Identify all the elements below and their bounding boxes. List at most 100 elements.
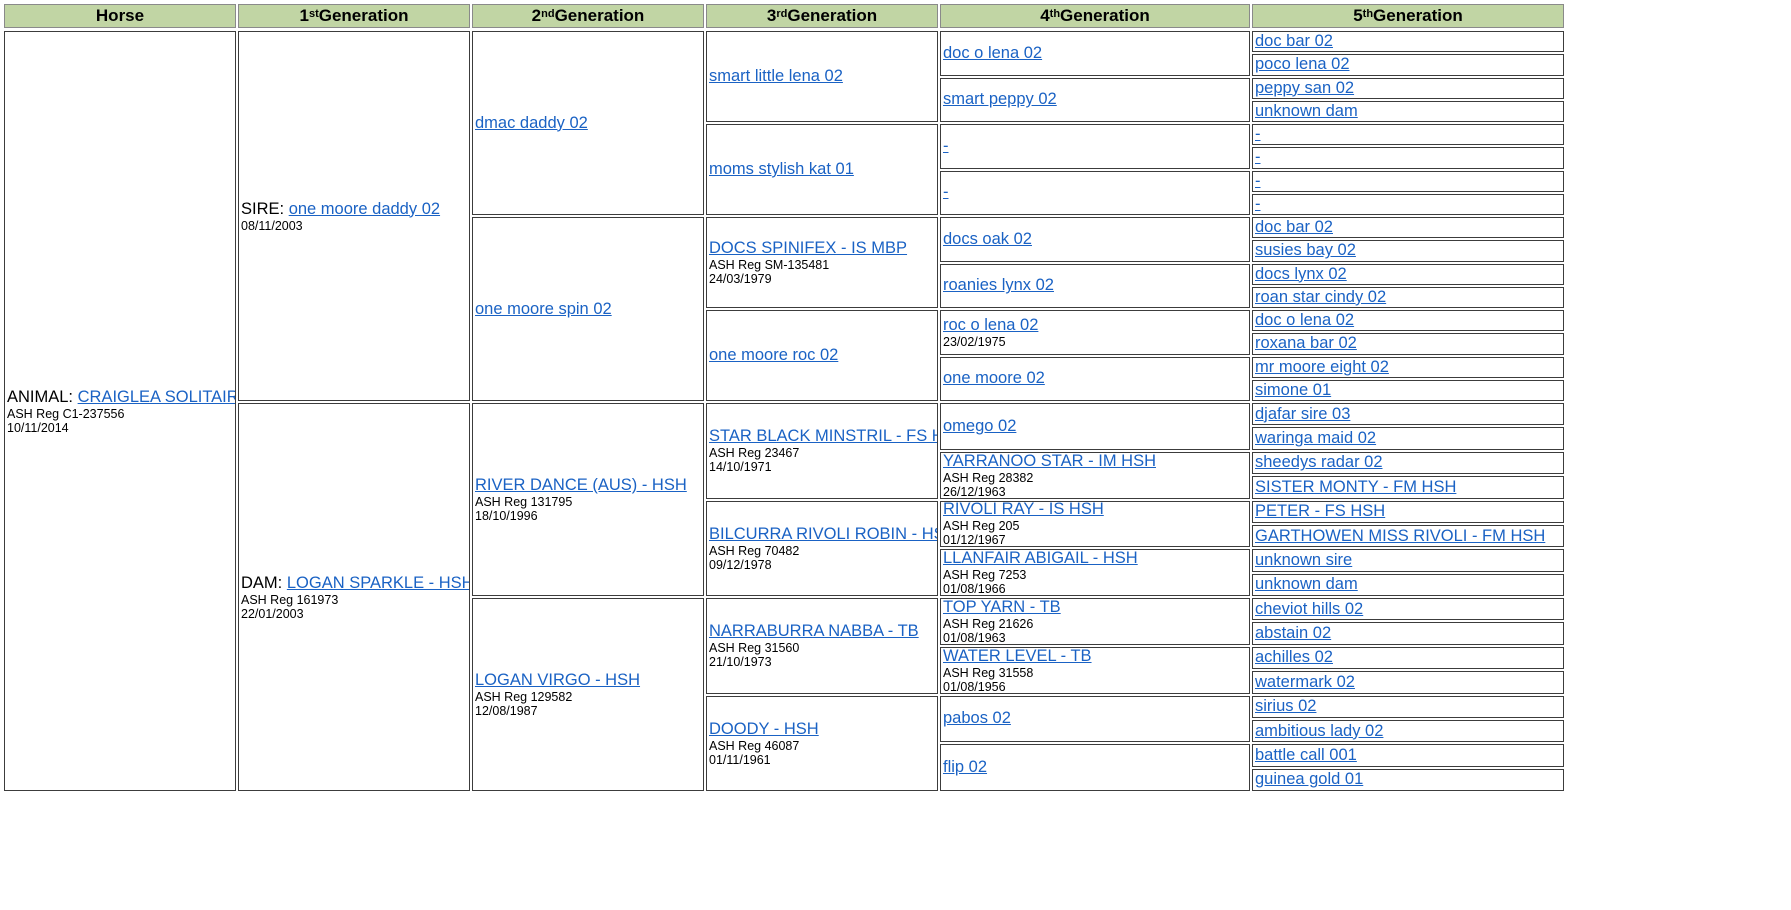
horse-link[interactable]: doc o lena 02 bbox=[1255, 311, 1354, 329]
horse-link[interactable]: roc o lena 02 bbox=[943, 316, 1038, 334]
horse-link[interactable]: doc bar 02 bbox=[1255, 32, 1333, 50]
horse-link[interactable]: djafar sire 03 bbox=[1255, 405, 1350, 423]
gen1-cell: DAM: LOGAN SPARKLE - HSH ASH Reg 161973 22… bbox=[238, 403, 470, 791]
horse-link[interactable]: peppy san 02 bbox=[1255, 79, 1354, 97]
horse-name-line: YARRANOO STAR - IM HSH bbox=[943, 453, 1247, 471]
horse-name-line: doc o lena 02 bbox=[943, 44, 1247, 63]
horse-link[interactable]: LOGAN VIRGO - HSH bbox=[475, 671, 640, 689]
horse-link[interactable]: CRAIGLEA SOLITAIRE bbox=[78, 388, 235, 406]
horse-link[interactable]: NARRABURRA NABBA - TB bbox=[709, 622, 919, 640]
horse-link[interactable]: one moore 02 bbox=[943, 369, 1045, 387]
birth-date: 18/10/1996 bbox=[475, 509, 538, 523]
registration-number: ASH Reg 46087 bbox=[709, 738, 800, 753]
gen3-cell: DOODY - HSH ASH Reg 46087 01/11/1961 bbox=[706, 695, 938, 791]
horse-name-line: docs oak 02 bbox=[943, 230, 1247, 249]
horse-link[interactable]: TOP YARN - TB bbox=[943, 599, 1061, 616]
horse-link[interactable]: WATER LEVEL - TB bbox=[943, 648, 1092, 665]
horse-link[interactable]: YARRANOO STAR - IM HSH bbox=[943, 453, 1156, 470]
horse-name-line: mr moore eight 02 bbox=[1255, 358, 1561, 377]
horse-link[interactable]: LLANFAIR ABIGAIL - HSH bbox=[943, 550, 1138, 567]
horse-link[interactable]: pabos 02 bbox=[943, 709, 1011, 727]
gen4-cell: flip 02 bbox=[940, 744, 1250, 791]
gen5-cell: djafar sire 03 bbox=[1252, 403, 1564, 426]
horse-link[interactable]: ambitious lady 02 bbox=[1255, 722, 1383, 740]
gen3-cell: one moore roc 02 bbox=[706, 310, 938, 401]
horse-link[interactable]: smart little lena 02 bbox=[709, 67, 843, 85]
gen4-cell: RIVOLI RAY - IS HSH ASH Reg 205 01/12/1967 bbox=[940, 500, 1250, 548]
horse-link[interactable]: roan star cindy 02 bbox=[1255, 288, 1386, 306]
horse-link[interactable]: - bbox=[1255, 172, 1261, 190]
horse-name-line: simone 01 bbox=[1255, 381, 1561, 400]
horse-link[interactable]: - bbox=[1255, 195, 1261, 213]
gen5-cell: sheedys radar 02 bbox=[1252, 451, 1564, 475]
horse-link[interactable]: cheviot hills 02 bbox=[1255, 600, 1363, 618]
horse-link[interactable]: moms stylish kat 01 bbox=[709, 160, 854, 178]
horse-link[interactable]: SISTER MONTY - FM HSH bbox=[1255, 478, 1456, 496]
horse-link[interactable]: mr moore eight 02 bbox=[1255, 358, 1389, 376]
gen3-cell: NARRABURRA NABBA - TB ASH Reg 31560 21/10/… bbox=[706, 598, 938, 694]
horse-link[interactable]: docs lynx 02 bbox=[1255, 265, 1347, 283]
horse-link[interactable]: susies bay 02 bbox=[1255, 241, 1356, 259]
horse-link[interactable]: one moore daddy 02 bbox=[289, 200, 440, 218]
horse-link[interactable]: - bbox=[1255, 125, 1261, 143]
gen3-cell: moms stylish kat 01 bbox=[706, 124, 938, 215]
horse-link[interactable]: RIVOLI RAY - IS HSH bbox=[943, 501, 1104, 518]
horse-link[interactable]: doc o lena 02 bbox=[943, 44, 1042, 62]
horse-link[interactable]: unknown sire bbox=[1255, 551, 1352, 569]
birth-date: 10/11/2014 bbox=[7, 420, 69, 435]
horse-link[interactable]: battle call 001 bbox=[1255, 746, 1357, 764]
horse-link[interactable]: - bbox=[1255, 148, 1261, 166]
horse-link[interactable]: LOGAN SPARKLE - HSH bbox=[287, 574, 469, 592]
horse-link[interactable]: sirius 02 bbox=[1255, 697, 1316, 715]
horse-link[interactable]: DOODY - HSH bbox=[709, 720, 819, 738]
horse-link[interactable]: docs oak 02 bbox=[943, 230, 1032, 248]
horse-link[interactable]: GARTHOWEN MISS RIVOLI - FM HSH bbox=[1255, 527, 1545, 545]
gen5-cell: unknown dam bbox=[1252, 100, 1564, 122]
registration-number: ASH Reg 205 bbox=[943, 519, 1020, 534]
horse-link[interactable]: waringa maid 02 bbox=[1255, 429, 1376, 447]
gen5-cell: simone 01 bbox=[1252, 379, 1564, 401]
horse-name-line: one moore 02 bbox=[943, 369, 1247, 388]
gen5-cell: achilles 02 bbox=[1252, 646, 1564, 670]
horse-link[interactable]: BILCURRA RIVOLI ROBIN - HSH bbox=[709, 525, 937, 543]
gen5-cell: roxana bar 02 bbox=[1252, 333, 1564, 355]
horse-link[interactable]: RIVER DANCE (AUS) - HSH bbox=[475, 476, 687, 494]
horse-link[interactable]: - bbox=[943, 183, 949, 201]
registration-number: ASH Reg C1-237556 bbox=[7, 406, 125, 421]
horse-name-line: moms stylish kat 01 bbox=[709, 160, 935, 179]
horse-link[interactable]: flip 02 bbox=[943, 758, 987, 776]
horse-link[interactable]: achilles 02 bbox=[1255, 648, 1333, 666]
horse-link[interactable]: roanies lynx 02 bbox=[943, 276, 1054, 294]
horse-link[interactable]: poco lena 02 bbox=[1255, 55, 1350, 73]
horse-link[interactable]: DOCS SPINIFEX - IS MBP bbox=[709, 239, 907, 257]
horse-link[interactable]: omego 02 bbox=[943, 417, 1016, 435]
horse-link[interactable]: roxana bar 02 bbox=[1255, 334, 1357, 352]
horse-link[interactable]: guinea gold 01 bbox=[1255, 770, 1363, 788]
horse-name-line: dmac daddy 02 bbox=[475, 114, 701, 133]
horse-link[interactable]: one moore spin 02 bbox=[475, 300, 612, 318]
horse-link[interactable]: watermark 02 bbox=[1255, 673, 1355, 691]
horse-link[interactable]: smart peppy 02 bbox=[943, 90, 1057, 108]
birth-date: 01/12/1967 bbox=[943, 533, 1006, 548]
horse-name-line: smart little lena 02 bbox=[709, 67, 935, 86]
horse-link[interactable]: abstain 02 bbox=[1255, 624, 1331, 642]
horse-name-line: roxana bar 02 bbox=[1255, 334, 1561, 353]
gen5-cell: doc bar 02 bbox=[1252, 31, 1564, 53]
horse-link[interactable]: STAR BLACK MINSTRIL - FS HSH bbox=[709, 427, 937, 445]
gen5-cell: doc bar 02 bbox=[1252, 217, 1564, 239]
gen4-cell: roanies lynx 02 bbox=[940, 263, 1250, 308]
horse-link[interactable]: unknown dam bbox=[1255, 575, 1358, 593]
horse-name-line: WATER LEVEL - TB bbox=[943, 648, 1247, 666]
horse-link[interactable]: sheedys radar 02 bbox=[1255, 453, 1383, 471]
gen5-cell: - bbox=[1252, 147, 1564, 169]
horse-name-line: omego 02 bbox=[943, 417, 1247, 436]
horse-link[interactable]: PETER - FS HSH bbox=[1255, 502, 1385, 520]
registration-number: ASH Reg 70482 bbox=[709, 543, 800, 558]
horse-link[interactable]: unknown dam bbox=[1255, 102, 1358, 120]
horse-link[interactable]: doc bar 02 bbox=[1255, 218, 1333, 236]
horse-link[interactable]: - bbox=[943, 137, 949, 155]
horse-link[interactable]: simone 01 bbox=[1255, 381, 1331, 399]
horse-link[interactable]: one moore roc 02 bbox=[709, 346, 838, 364]
horse-link[interactable]: dmac daddy 02 bbox=[475, 114, 588, 132]
horse-name-line: poco lena 02 bbox=[1255, 55, 1561, 74]
